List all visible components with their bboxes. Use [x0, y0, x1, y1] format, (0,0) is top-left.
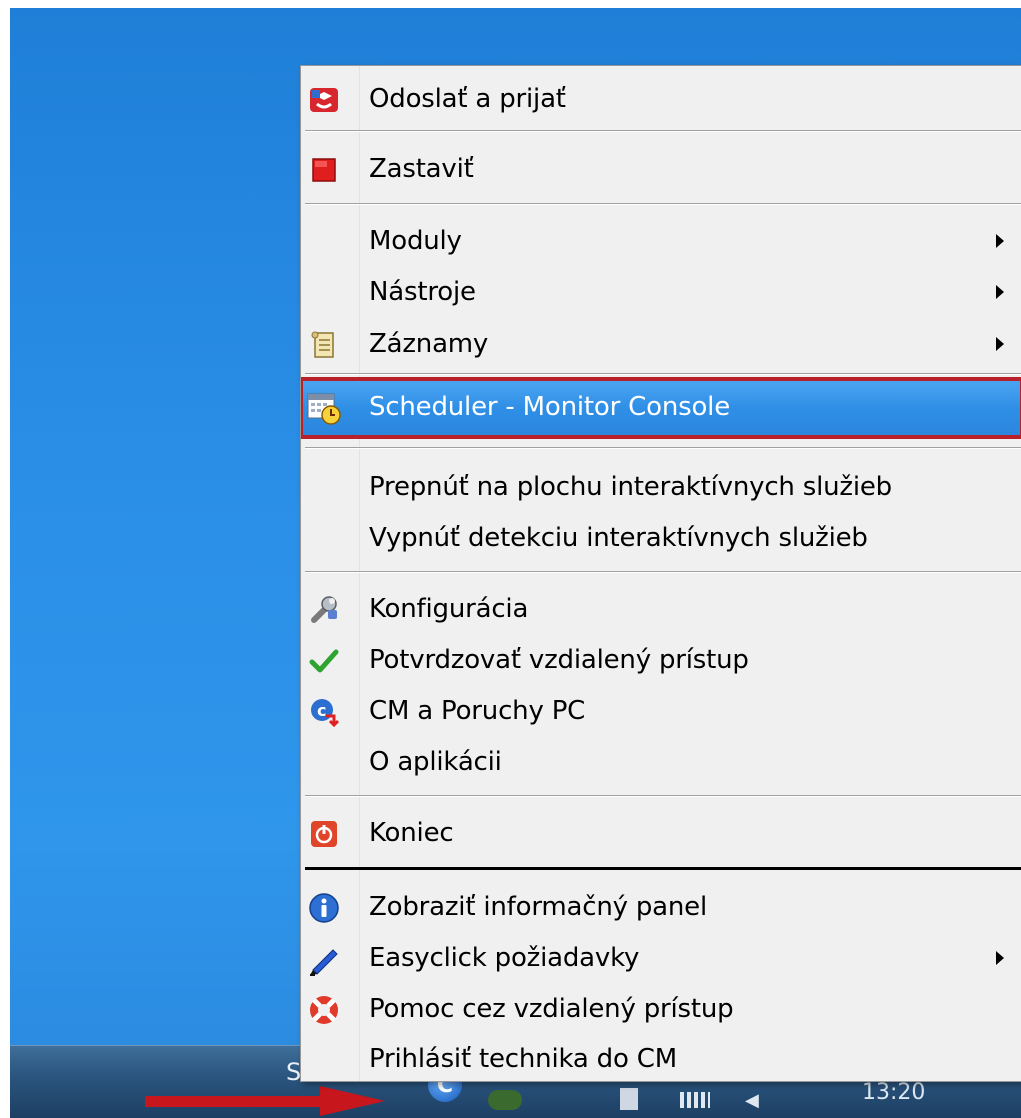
pen-icon	[307, 942, 341, 976]
menu-item-easyclick[interactable]: Easyclick požiadavky	[301, 933, 1021, 983]
menu-item-label: Zastaviť	[369, 154, 474, 184]
menu-item-tools[interactable]: Nástroje	[301, 267, 1021, 317]
menu-item-label: Konfigurácia	[369, 594, 529, 624]
menu-item-about[interactable]: O aplikácii	[301, 737, 1021, 787]
menu-item-label: Odoslať a prijať	[369, 84, 566, 114]
menu-item-configuration[interactable]: Konfigurácia	[301, 584, 1021, 634]
menu-item-label: Koniec	[369, 818, 454, 848]
menu-separator	[305, 571, 1021, 573]
menu-item-label: Zobraziť informačný panel	[369, 892, 707, 922]
scroll-icon	[307, 328, 341, 362]
menu-separator-thick	[305, 867, 1021, 870]
menu-item-label: Easyclick požiadavky	[369, 943, 640, 973]
menu-item-label: Moduly	[369, 226, 462, 256]
wrench-icon	[307, 593, 341, 627]
menu-item-label: Scheduler - Monitor Console	[369, 392, 730, 422]
menu-separator	[305, 130, 1021, 132]
menu-separator	[305, 373, 1021, 375]
menu-item-remote-help[interactable]: Pomoc cez vzdialený prístup	[301, 984, 1021, 1034]
menu-item-modules[interactable]: Moduly	[301, 216, 1021, 266]
menu-item-switch-desktop[interactable]: Prepnúť na plochu interaktívnych služieb	[301, 462, 1021, 512]
send-receive-icon	[307, 83, 341, 117]
menu-item-stop[interactable]: Zastaviť	[301, 144, 1021, 194]
network-tray-icon[interactable]	[488, 1090, 522, 1110]
svg-text:c: c	[317, 701, 326, 720]
submenu-arrow-icon	[996, 951, 1004, 965]
menu-separator	[305, 795, 1021, 797]
submenu-arrow-icon	[996, 337, 1004, 351]
menu-item-label: Pomoc cez vzdialený prístup	[369, 994, 734, 1024]
menu-item-confirm-remote[interactable]: Potvrdzovať vzdialený prístup	[301, 635, 1021, 685]
menu-separator	[305, 447, 1021, 449]
checkmark-icon	[307, 644, 341, 678]
menu-item-disable-detection[interactable]: Vypnúť detekciu interaktívnych služieb	[301, 513, 1021, 563]
menu-item-label: Vypnúť detekciu interaktívnych služieb	[369, 523, 868, 553]
menu-item-login-technician[interactable]: Prihlásiť technika do CM	[301, 1034, 1021, 1081]
submenu-arrow-icon	[996, 285, 1004, 299]
menu-item-label: Záznamy	[369, 329, 489, 359]
lifebuoy-icon	[307, 993, 341, 1027]
menu-item-records[interactable]: Záznamy	[301, 319, 1021, 369]
volume-tray-icon[interactable]: ◀	[745, 1090, 769, 1111]
tray-context-menu: Odoslať a prijať Zastaviť Moduly Nástroj…	[300, 65, 1021, 1082]
menu-item-label: Prihlásiť technika do CM	[369, 1044, 677, 1074]
menu-item-exit[interactable]: Koniec	[301, 808, 1021, 858]
menu-item-info-panel[interactable]: Zobraziť informačný panel	[301, 882, 1021, 932]
submenu-arrow-icon	[996, 234, 1004, 248]
start-button-label[interactable]: S	[286, 1058, 301, 1086]
menu-item-label: CM a Poruchy PC	[369, 696, 586, 726]
signal-tray-icon[interactable]	[680, 1092, 710, 1108]
cm-icon: c	[307, 695, 341, 729]
stop-icon	[307, 153, 341, 187]
power-icon	[307, 817, 341, 851]
menu-item-cm-faults[interactable]: c CM a Poruchy PC	[301, 686, 1021, 736]
menu-item-scheduler[interactable]: Scheduler - Monitor Console	[301, 377, 1021, 439]
scheduler-icon	[307, 391, 341, 425]
menu-item-label: Prepnúť na plochu interaktívnych služieb	[369, 472, 892, 502]
clipboard-tray-icon[interactable]	[620, 1088, 638, 1110]
menu-item-label: Potvrdzovať vzdialený prístup	[369, 645, 749, 675]
info-icon	[307, 891, 341, 925]
clock[interactable]: 13:20	[862, 1080, 925, 1105]
menu-item-send-receive[interactable]: Odoslať a prijať	[301, 74, 1021, 124]
red-arrow-pointer	[145, 1086, 385, 1116]
menu-item-label: O aplikácii	[369, 747, 502, 777]
menu-item-label: Nástroje	[369, 277, 476, 307]
menu-separator	[305, 203, 1021, 205]
